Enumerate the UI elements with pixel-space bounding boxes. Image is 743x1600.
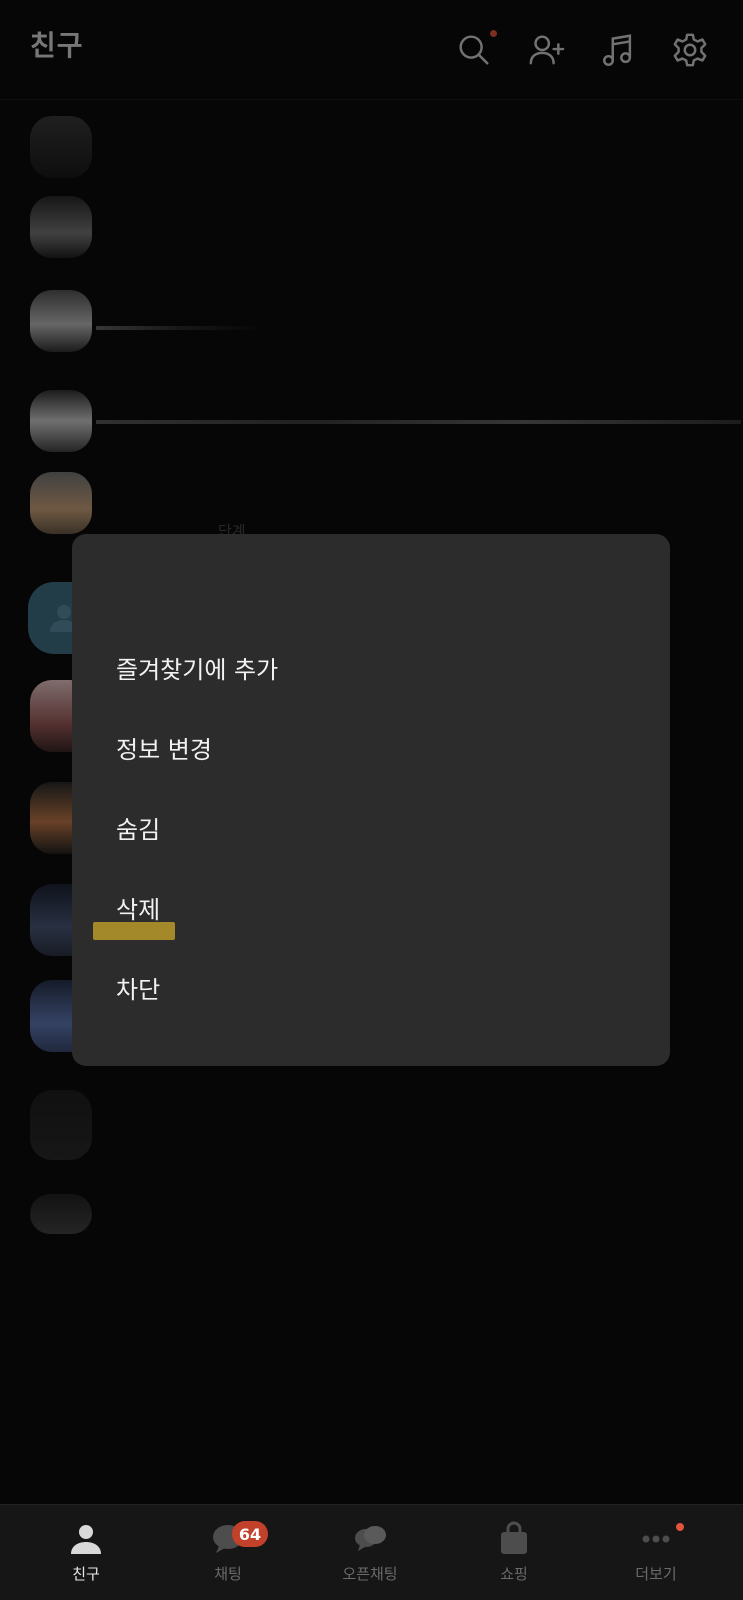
menu-item-hide[interactable]: 숨김 — [72, 792, 670, 862]
bottom-tab-bar: 친구 채팅 64 오픈채팅 쇼핑 더보기 — [0, 1504, 743, 1600]
tab-label: 친구 — [72, 1565, 100, 1583]
tab-label: 더보기 — [635, 1565, 677, 1583]
shopping-bag-icon — [501, 1521, 527, 1554]
menu-item-edit-info[interactable]: 정보 변경 — [72, 712, 670, 782]
tab-label: 채팅 — [214, 1565, 242, 1583]
tab-label: 쇼핑 — [500, 1565, 528, 1583]
friend-context-menu: 즐겨찾기에 추가 정보 변경 숨김 삭제 차단 — [72, 534, 670, 1066]
tab-label: 오픈채팅 — [342, 1565, 398, 1583]
menu-item-add-favorite[interactable]: 즐겨찾기에 추가 — [72, 632, 670, 702]
open-chat-icon — [355, 1526, 386, 1551]
more-icon — [642, 1535, 670, 1543]
tab-more[interactable]: 더보기 — [596, 1505, 716, 1600]
tab-friends[interactable]: 친구 — [26, 1505, 146, 1600]
annotation-highlight-mark — [93, 922, 175, 940]
tab-shopping[interactable]: 쇼핑 — [454, 1505, 574, 1600]
tab-open-chat[interactable]: 오픈채팅 — [310, 1505, 430, 1600]
tab-chats[interactable]: 채팅 64 — [168, 1505, 288, 1600]
person-icon — [71, 1525, 101, 1554]
more-notification-dot — [676, 1523, 684, 1531]
unread-count-badge: 64 — [232, 1521, 268, 1547]
menu-item-block[interactable]: 차단 — [72, 952, 670, 1022]
